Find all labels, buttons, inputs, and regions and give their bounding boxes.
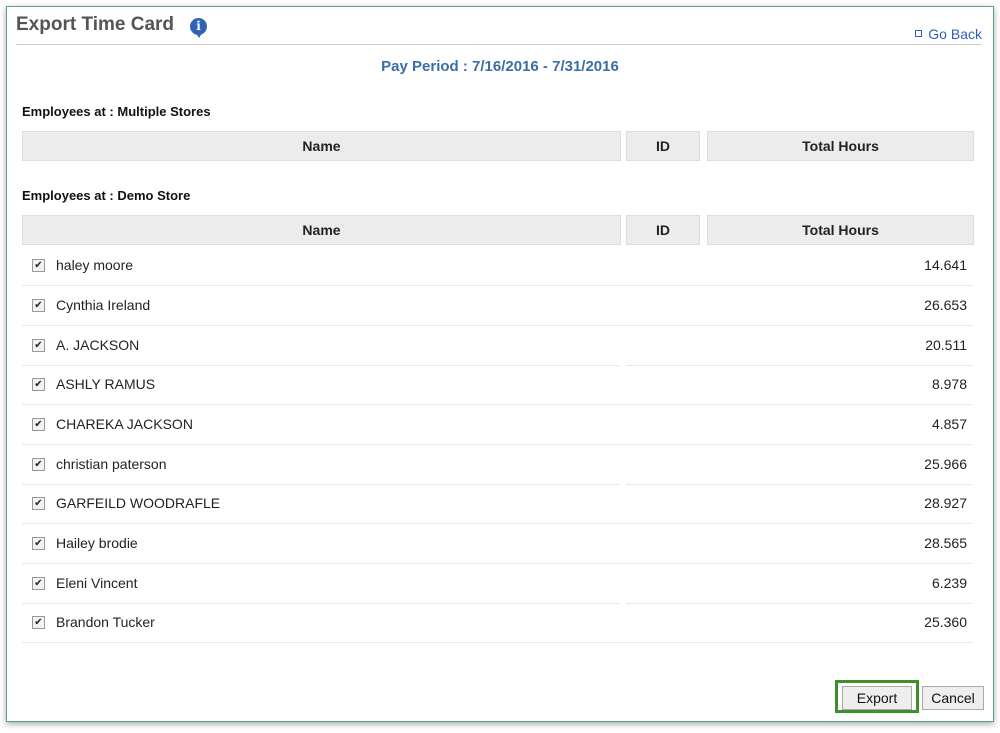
column-header-id: ID — [626, 131, 700, 161]
info-icon[interactable]: i — [190, 18, 207, 38]
employee-checkbox[interactable]: ✔ — [32, 577, 45, 590]
employee-name: Cynthia Ireland — [56, 297, 151, 313]
employee-checkbox[interactable]: ✔ — [32, 458, 45, 471]
employee-total-hours: 25.966 — [924, 456, 967, 472]
column-divider — [620, 326, 626, 365]
column-divider — [620, 524, 626, 563]
employee-total-hours: 4.857 — [931, 416, 967, 432]
cancel-button[interactable]: Cancel — [922, 686, 984, 710]
employee-total-hours: 6.239 — [931, 575, 967, 591]
employee-checkbox[interactable]: ✔ — [32, 418, 45, 431]
employee-name: haley moore — [56, 257, 134, 273]
employee-checkbox[interactable]: ✔ — [32, 537, 45, 550]
employee-checkbox[interactable]: ✔ — [32, 299, 45, 312]
employee-checkbox[interactable]: ✔ — [32, 378, 45, 391]
employee-total-hours: 26.653 — [924, 297, 967, 313]
employee-name: A. JACKSON — [56, 337, 140, 353]
column-divider — [620, 365, 626, 404]
column-divider — [620, 286, 626, 325]
employee-total-hours: 25.360 — [924, 614, 967, 630]
go-back-link[interactable]: Go Back — [915, 26, 982, 42]
column-divider — [620, 246, 626, 285]
column-header-name: Name — [22, 131, 621, 161]
employee-name: Hailey brodie — [56, 535, 138, 551]
column-divider — [620, 445, 626, 484]
column-divider — [620, 564, 626, 603]
dialog-header: Export Time Card i Go Back — [16, 14, 982, 45]
column-header-total-hours: Total Hours — [707, 131, 974, 161]
go-back-label: Go Back — [928, 26, 982, 42]
column-header-total-hours: Total Hours — [707, 215, 974, 245]
employee-name: christian paterson — [56, 456, 167, 472]
table-row: ✔ christian paterson 25.966 — [22, 445, 973, 485]
table-row: ✔ Hailey brodie 28.565 — [22, 524, 973, 564]
column-divider — [620, 484, 626, 523]
table-row: ✔ CHAREKA JACKSON 4.857 — [22, 405, 973, 445]
table-row: ✔ GARFEILD WOODRAFLE 28.927 — [22, 484, 973, 524]
column-divider — [620, 405, 626, 444]
employee-name: Brandon Tucker — [56, 614, 155, 630]
table-row: ✔ haley moore 14.641 — [22, 246, 973, 286]
dialog-title: Export Time Card — [16, 14, 175, 35]
employee-total-hours: 28.927 — [924, 495, 967, 511]
employee-name: Eleni Vincent — [56, 575, 138, 591]
employee-checkbox[interactable]: ✔ — [32, 339, 45, 352]
table-row: ✔ Eleni Vincent 6.239 — [22, 564, 973, 604]
employee-checkbox[interactable]: ✔ — [32, 259, 45, 272]
column-divider — [620, 603, 626, 642]
employee-checkbox[interactable]: ✔ — [32, 497, 45, 510]
employee-name: ASHLY RAMUS — [56, 376, 156, 392]
square-bullet-icon — [915, 29, 923, 37]
table-row: ✔ Cynthia Ireland 26.653 — [22, 286, 973, 326]
employee-total-hours: 14.641 — [924, 257, 967, 273]
section-label-multiple-stores: Employees at : Multiple Stores — [22, 104, 211, 119]
employee-name: CHAREKA JACKSON — [56, 416, 193, 432]
employee-name: GARFEILD WOODRAFLE — [56, 495, 221, 511]
employee-total-hours: 20.511 — [925, 337, 967, 353]
section-label-demo-store: Employees at : Demo Store — [22, 188, 191, 203]
pay-period-label: Pay Period : 7/16/2016 - 7/31/2016 — [381, 58, 619, 75]
employee-total-hours: 28.565 — [924, 535, 967, 551]
table-row: ✔ A. JACKSON 20.511 — [22, 326, 973, 366]
export-button[interactable]: Export — [842, 686, 912, 710]
column-header-name: Name — [22, 215, 621, 245]
employee-total-hours: 8.978 — [931, 376, 967, 392]
table-row: ✔ Brandon Tucker 25.360 — [22, 603, 973, 643]
employee-checkbox[interactable]: ✔ — [32, 616, 45, 629]
table-row: ✔ ASHLY RAMUS 8.978 — [22, 365, 973, 405]
column-header-id: ID — [626, 215, 700, 245]
